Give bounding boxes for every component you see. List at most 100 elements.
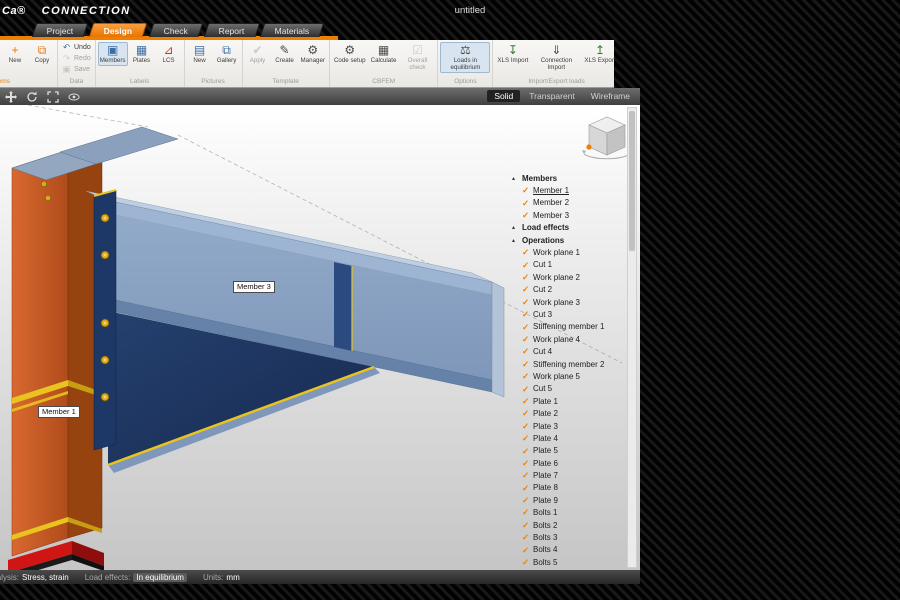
tree-item[interactable]: ▴ ✓ Work plane 4 — [512, 333, 624, 345]
tree-item[interactable]: ▴ ✓ Plate 6 — [512, 457, 624, 469]
ribbon-button[interactable]: ▦ Calculate — [369, 42, 399, 66]
tree-item[interactable]: ▴ ✓ Plate 2 — [512, 407, 624, 419]
tree-item-label: Plate 4 — [533, 433, 558, 443]
tree-item-label: Work plane 5 — [533, 371, 580, 381]
zoom-extents-icon[interactable] — [47, 90, 59, 103]
view-mode-button[interactable]: Transparent — [522, 90, 582, 102]
beam-end-cap[interactable] — [491, 281, 505, 398]
member-3-label[interactable]: Member 3 — [233, 281, 275, 293]
bolt[interactable] — [100, 355, 110, 365]
main-tab[interactable]: Materials — [260, 23, 326, 37]
ribbon-button[interactable]: ▣ Members — [97, 42, 128, 67]
tree-item-label: Load effects — [522, 223, 570, 233]
ribbon-button[interactable]: ▦ Plates — [129, 42, 155, 66]
ribbon-button[interactable]: ⧉ Copy — [29, 42, 55, 66]
tree-item-label: Cut 2 — [533, 285, 553, 295]
tree-item[interactable]: ▴ ✓ Plate 8 — [512, 482, 624, 494]
tree-item[interactable]: ▴ ✓ Cut 2 — [512, 284, 624, 296]
check-icon: ✓ — [522, 185, 530, 196]
tree-item[interactable]: ▴ ✓ Stiffening member 1 — [512, 321, 624, 333]
ribbon-group-import-export: ↧ XLS Import ⇓ Connection Import ↥ XLS E… — [493, 40, 614, 87]
tree-item[interactable]: ▴ ✓ Plate 4 — [512, 432, 624, 444]
ribbon-button[interactable]: ↧ XLS Import — [495, 42, 530, 66]
view-mode-label: Wireframe — [590, 90, 630, 101]
3d-viewport[interactable]: Solid Transparent Wireframe Member 3 Mem… — [0, 88, 640, 570]
ribbon-button[interactable]: ⚙ Manager — [299, 42, 327, 66]
tree-item[interactable]: ▴ ✓ Cut 5 — [512, 383, 624, 395]
tree-item[interactable]: ▴ ✓ Bolts 1 — [512, 507, 624, 519]
tree-item[interactable]: ▴ ✓ Stiffening member 2 — [512, 358, 624, 370]
tree-item[interactable]: ▴ ✓ Plate 9 — [512, 494, 624, 506]
tree-scrollbar[interactable] — [627, 107, 637, 568]
view-mode-button[interactable]: Wireframe — [584, 90, 637, 102]
tree-item[interactable]: ▴ ✓ Bolts 3 — [512, 531, 624, 543]
ribbon-button[interactable]: ✎ Create — [272, 42, 298, 66]
main-tab[interactable]: Check — [148, 23, 204, 37]
tree-item[interactable]: ▴ ✓ Load effects — [512, 222, 624, 234]
ribbon-button[interactable]: ☑ Overall check — [399, 42, 435, 73]
ribbon-group-label: Data — [69, 78, 84, 85]
tree-item[interactable]: ▴ ✓ Bolts 2 — [512, 519, 624, 531]
bolt[interactable] — [100, 318, 110, 328]
expander-icon[interactable]: ▴ — [512, 237, 522, 244]
tree-item[interactable]: ▴ ✓ Work plane 2 — [512, 271, 624, 283]
ribbon-button[interactable]: ↥ XLS Export — [582, 42, 614, 66]
main-tab[interactable]: Project — [31, 23, 89, 37]
anchor-bolt[interactable] — [44, 194, 52, 202]
tree-item[interactable]: ▴ ✓ Member 1 — [512, 184, 624, 196]
ribbon-button[interactable]: ↷ Redo — [60, 53, 93, 64]
bolt[interactable] — [100, 250, 110, 260]
bolt[interactable] — [100, 213, 110, 223]
ribbon-button[interactable]: ↶ Undo — [60, 42, 93, 53]
tree-item[interactable]: ▴ ✓ Cut 1 — [512, 259, 624, 271]
tree-item[interactable]: ▴ ✓ Member 2 — [512, 197, 624, 209]
anchor-bolt[interactable] — [40, 180, 48, 188]
ribbon-button-icon: ▦ — [135, 43, 148, 57]
ribbon-button[interactable]: ⇓ Connection Import — [531, 42, 581, 73]
ribbon-button[interactable]: ▤ New — [187, 42, 213, 66]
tree-item[interactable]: ▴ ✓ Work plane 3 — [512, 296, 624, 308]
ribbon-button[interactable]: ✔ Apply — [245, 42, 271, 66]
member-1-label[interactable]: Member 1 — [38, 406, 80, 418]
ribbon-button-label: Code setup — [333, 57, 366, 64]
view-mode-button[interactable]: Solid — [487, 89, 521, 102]
tree-item[interactable]: ▴ ✓ Work plane 5 — [512, 370, 624, 382]
navcube-corner-marker[interactable] — [586, 144, 592, 150]
web-stiffener[interactable] — [334, 262, 352, 351]
tree-item[interactable]: ▴ ✓ Plate 7 — [512, 469, 624, 481]
ribbon-button[interactable]: ⚖ Loads in equilibrium — [440, 42, 491, 74]
tree-item[interactable]: ▴ ✓ Plate 3 — [512, 420, 624, 432]
ribbon-group-label: Items — [0, 78, 10, 85]
ribbon-button[interactable]: ▣ Save — [60, 64, 93, 75]
expander-icon[interactable]: ▴ — [512, 175, 522, 182]
column-front-face[interactable] — [11, 149, 69, 557]
orbit-icon[interactable] — [26, 91, 38, 103]
view-settings-icon[interactable] — [68, 91, 80, 103]
scrollbar-thumb[interactable] — [629, 111, 635, 251]
main-tab[interactable]: Report — [203, 23, 260, 37]
tree-item[interactable]: ▴ ✓ Operations — [512, 234, 624, 246]
pan-icon[interactable] — [5, 90, 17, 103]
tree-item[interactable]: ▴ ✓ Cut 3 — [512, 308, 624, 320]
tree-item[interactable]: ▴ ✓ Plate 5 — [512, 445, 624, 457]
viewport-toolbar: Solid Transparent Wireframe — [0, 88, 640, 105]
ribbon-button[interactable]: + New — [2, 42, 28, 66]
tree-item[interactable]: ▴ ✓ Members — [512, 172, 624, 184]
ribbon-button[interactable]: ⊿ LCS — [156, 42, 182, 66]
operations-tree: ▴ ✓ Members ▴ ✓ Member 1 ▴ ✓ Member 2 ▴ … — [512, 172, 624, 570]
tree-item[interactable]: ▴ ✓ Member 3 — [512, 209, 624, 221]
main-tab[interactable]: Design — [89, 23, 149, 37]
bolt[interactable] — [100, 392, 110, 402]
ribbon-button-icon: ⚖ — [460, 43, 471, 57]
ribbon-button[interactable]: ⚙ Code setup — [332, 42, 368, 66]
tree-item[interactable]: ▴ ✓ Plate 1 — [512, 395, 624, 407]
tree-item[interactable]: ▴ ✓ Bolts 5 — [512, 556, 624, 568]
ribbon-button[interactable]: ⧉ Gallery — [214, 42, 240, 66]
tree-item[interactable]: ▴ ✓ Cut 4 — [512, 345, 624, 357]
ribbon-group-label: CBFEM — [372, 78, 396, 85]
tree-item[interactable]: ▴ ✓ Bolts 4 — [512, 544, 624, 556]
tree-item[interactable]: ▴ ✓ Work plane 1 — [512, 246, 624, 258]
check-icon: ✓ — [522, 358, 530, 369]
analysis-label: Analysis: — [0, 572, 20, 582]
expander-icon[interactable]: ▴ — [512, 224, 522, 231]
